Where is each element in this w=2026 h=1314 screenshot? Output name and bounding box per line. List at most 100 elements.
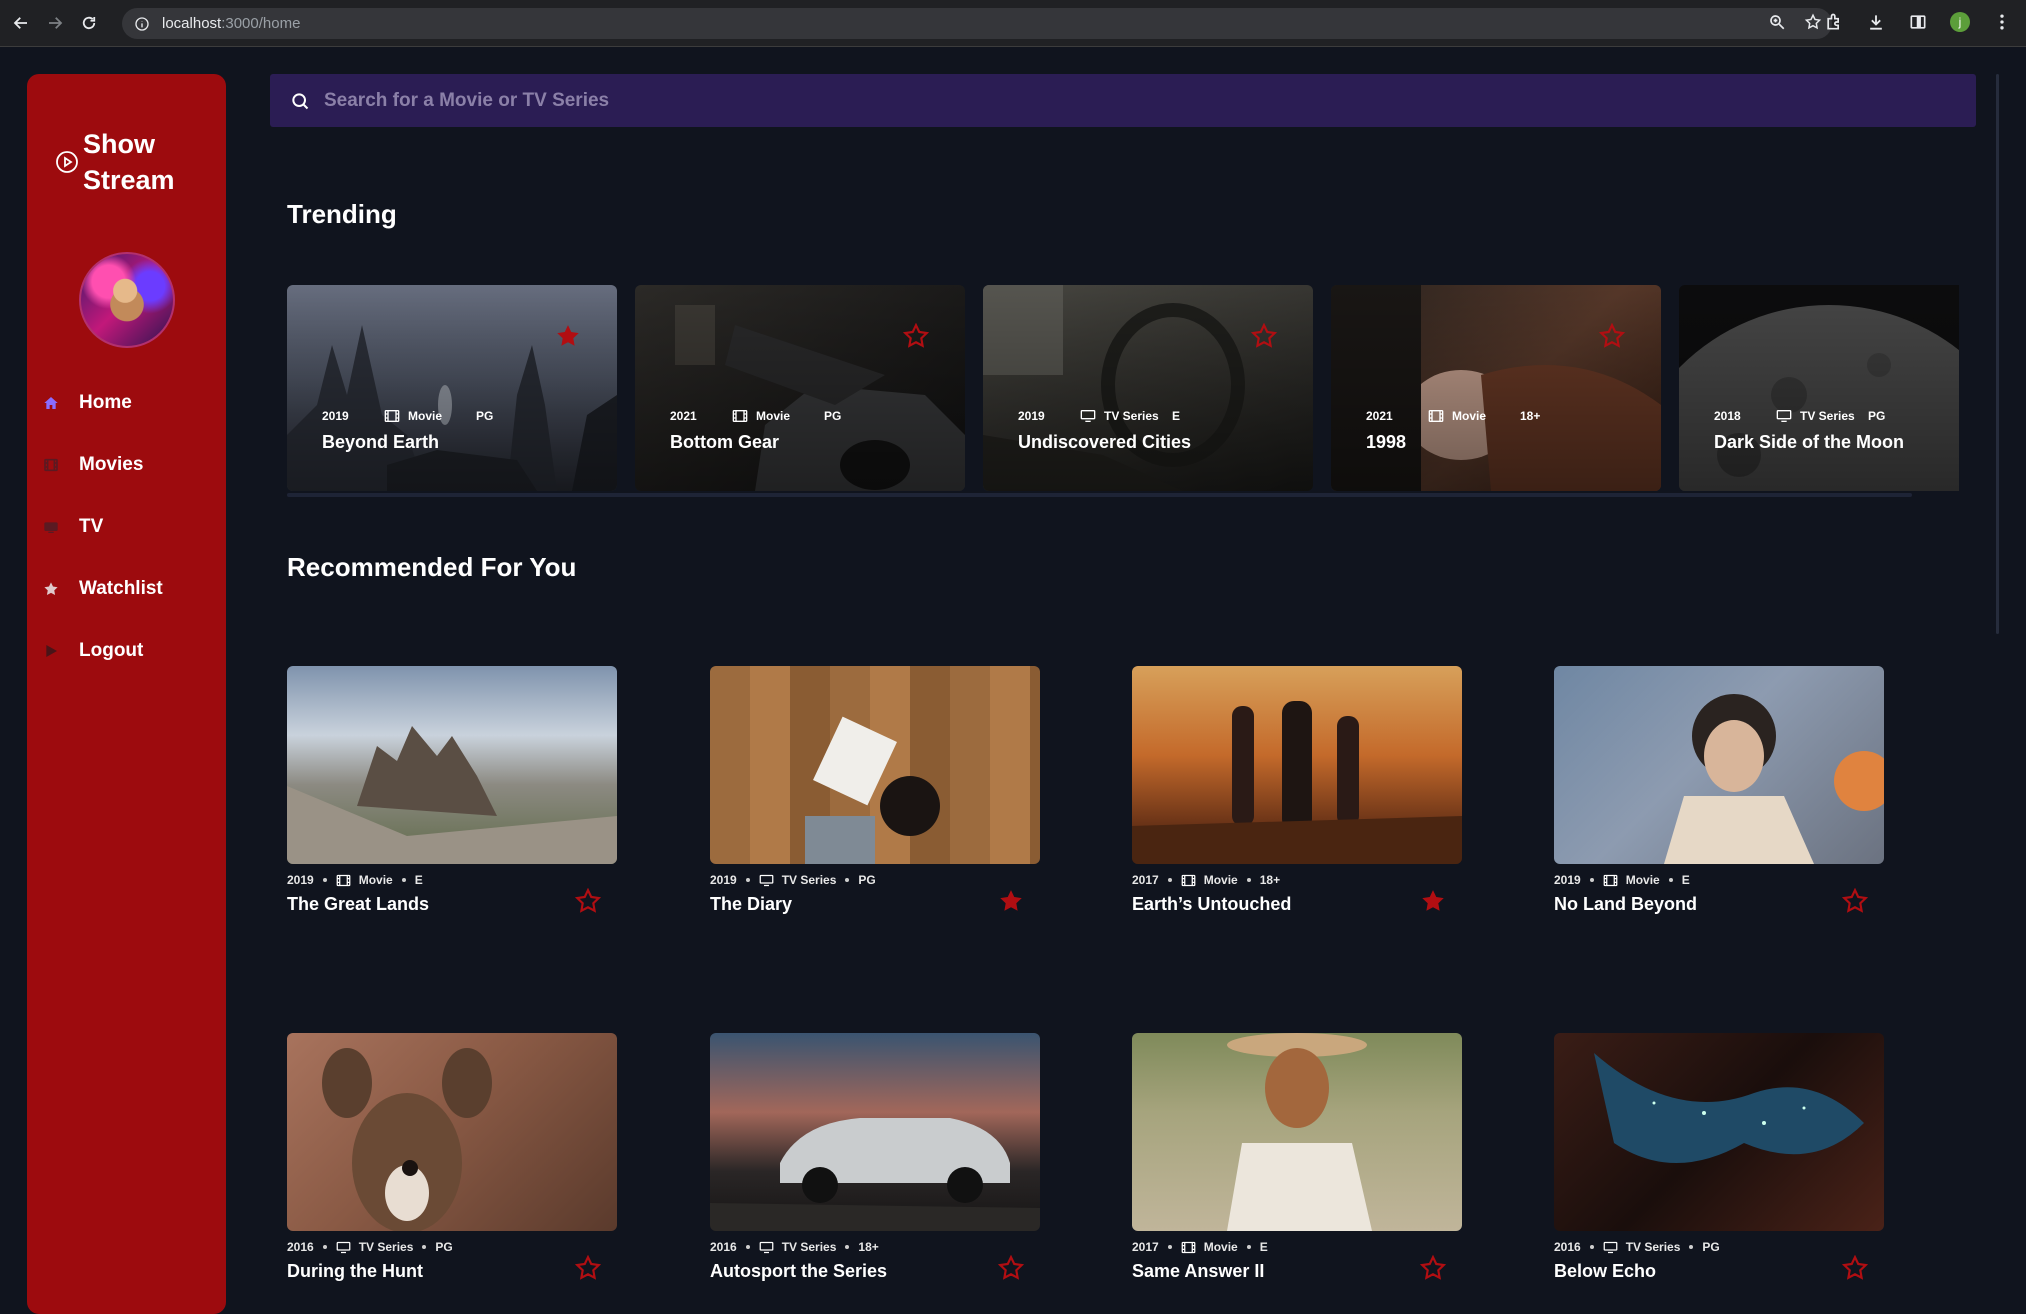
sidebar-nav: Home Movies TV Watchlist Logout	[43, 372, 223, 682]
bookmark-star-icon[interactable]	[998, 888, 1024, 914]
card-rating: 18+	[858, 1240, 879, 1254]
card-meta: 2016 TV Series 18+	[710, 1240, 1040, 1254]
bookmark-star-icon[interactable]	[1842, 888, 1868, 914]
sidebar-item-home[interactable]: Home	[43, 372, 223, 434]
profile-avatar-icon[interactable]: j	[1950, 12, 1970, 32]
card-meta: 2016 TV Series PG	[1554, 1240, 1884, 1254]
menu-kebab-icon[interactable]	[1992, 12, 2012, 32]
card-rating: PG	[1868, 409, 1886, 423]
film-icon	[1603, 874, 1618, 886]
recommended-card[interactable]: 2016 TV Series PG During the Hunt	[287, 1033, 617, 1282]
trending-card[interactable]: 2019 TV Series E Undiscovered Cities	[983, 285, 1313, 491]
sidebar-item-label: Movies	[79, 454, 144, 475]
bookmark-star-icon[interactable]	[998, 1255, 1024, 1281]
card-meta: 2019 TV Series PG	[710, 873, 1040, 887]
reload-icon[interactable]	[76, 10, 102, 36]
back-icon[interactable]	[8, 10, 34, 36]
card-image	[1132, 666, 1462, 864]
card-rating: 18+	[1259, 873, 1281, 887]
card-type: Movie	[1625, 873, 1660, 887]
recommended-card[interactable]: 2019 TV Series PG The Diary	[710, 666, 1040, 915]
card-title: Undiscovered Cities	[1018, 432, 1192, 452]
card-title: Earth’s Untouched	[1132, 894, 1292, 914]
extensions-icon[interactable]	[1824, 12, 1844, 32]
trending-scrollbar[interactable]	[287, 493, 1912, 497]
card-title: Dark Side of the Moon	[1714, 432, 1905, 452]
site-info-icon[interactable]	[134, 16, 150, 32]
trending-card[interactable]: 2018 TV Series PG Dark Side of the Moon	[1679, 285, 1959, 491]
card-title: During the Hunt	[287, 1261, 423, 1281]
card-image	[287, 666, 617, 864]
bookmark-star-icon[interactable]	[575, 1255, 601, 1281]
app-name: Show Stream	[83, 129, 175, 195]
card-rating: PG	[476, 409, 494, 423]
card-year: 2019	[322, 409, 349, 423]
sidebar-item-watchlist[interactable]: Watchlist	[43, 558, 223, 620]
bookmark-star-icon[interactable]	[1251, 323, 1277, 349]
bookmark-star-icon[interactable]	[903, 323, 929, 349]
recommended-card[interactable]: 2019 Movie E No Land Beyond	[1554, 666, 1884, 915]
card-year: 2016	[710, 1240, 737, 1254]
bookmark-star-icon[interactable]	[1842, 1255, 1868, 1281]
card-rating: E	[414, 873, 423, 887]
recommended-card[interactable]: 2019 Movie E The Great Lands	[287, 666, 617, 915]
card-type: Movie	[1452, 409, 1487, 423]
bookmark-star-icon[interactable]	[575, 888, 601, 914]
card-year: 2019	[1018, 409, 1045, 423]
card-image	[1132, 1033, 1462, 1231]
bookmark-star-icon[interactable]	[1804, 13, 1822, 31]
app-logo[interactable]: Show Stream	[55, 126, 193, 198]
address-bar[interactable]: localhost:3000/home	[122, 8, 1832, 39]
card-rating: PG	[435, 1240, 453, 1254]
bookmark-star-icon[interactable]	[1599, 323, 1625, 349]
card-rating: E	[1681, 873, 1690, 887]
search-bar	[270, 74, 1976, 127]
card-meta: 2019 Movie E	[287, 873, 617, 887]
sidebar-item-logout[interactable]: Logout	[43, 620, 223, 682]
browser-toolbar: localhost:3000/home j	[0, 0, 2026, 47]
recommended-card[interactable]: 2016 TV Series 18+ Autosport the Series	[710, 1033, 1040, 1282]
card-title: Beyond Earth	[322, 432, 440, 452]
sidebar-item-label: Home	[79, 392, 132, 413]
card-year: 2019	[287, 873, 314, 887]
recommended-card[interactable]: 2017 Movie 18+ Earth’s Untouched	[1132, 666, 1462, 915]
card-meta: 2021 Movie PG	[670, 409, 841, 423]
bookmark-star-icon[interactable]	[555, 323, 581, 349]
search-icon	[292, 92, 309, 109]
card-image	[287, 1033, 617, 1231]
card-year: 2016	[287, 1240, 314, 1254]
card-type: TV Series	[1104, 409, 1159, 423]
recommended-card[interactable]: 2017 Movie E Same Answer II	[1132, 1033, 1462, 1282]
card-meta: 2019 TV Series E	[1018, 409, 1180, 423]
user-avatar[interactable]	[79, 252, 175, 348]
play-circle-icon	[56, 151, 78, 173]
card-meta: 2017 Movie E	[1132, 1240, 1462, 1254]
forward-icon[interactable]	[42, 10, 68, 36]
film-icon	[732, 410, 748, 422]
sidebar-item-movies[interactable]: Movies	[43, 434, 223, 496]
search-input[interactable]	[324, 89, 1924, 112]
zoom-icon[interactable]	[1768, 13, 1786, 31]
card-rating: PG	[1702, 1240, 1720, 1254]
card-rating: 18+	[1520, 409, 1541, 423]
card-year: 2019	[1554, 873, 1581, 887]
sidebar-item-tv[interactable]: TV	[43, 496, 223, 558]
download-icon[interactable]	[1866, 12, 1886, 32]
film-icon	[336, 874, 351, 886]
page-scrollbar[interactable]	[1996, 74, 1999, 634]
tv-icon	[1603, 1241, 1618, 1253]
side-panel-icon[interactable]	[1908, 12, 1928, 32]
bookmark-star-icon[interactable]	[1420, 1255, 1446, 1281]
play-triangle-icon	[46, 645, 57, 657]
card-title: The Diary	[710, 894, 793, 914]
trending-card[interactable]: 2021 Movie PG Bottom Gear	[635, 285, 965, 491]
sidebar-item-label: Logout	[79, 640, 144, 661]
recommended-card[interactable]: 2016 TV Series PG Below Echo	[1554, 1033, 1884, 1282]
bookmark-star-icon[interactable]	[1420, 888, 1446, 914]
card-title: 1998	[1366, 432, 1407, 452]
card-rating: E	[1172, 409, 1181, 423]
trending-carousel[interactable]: 2019 Movie PG Beyond Earth 2021 Movie PG…	[287, 285, 1959, 491]
trending-card[interactable]: 2019 Movie PG Beyond Earth	[287, 285, 617, 491]
trending-card[interactable]: 2021 Movie 18+ 1998	[1331, 285, 1661, 491]
trending-heading: Trending	[287, 199, 397, 229]
